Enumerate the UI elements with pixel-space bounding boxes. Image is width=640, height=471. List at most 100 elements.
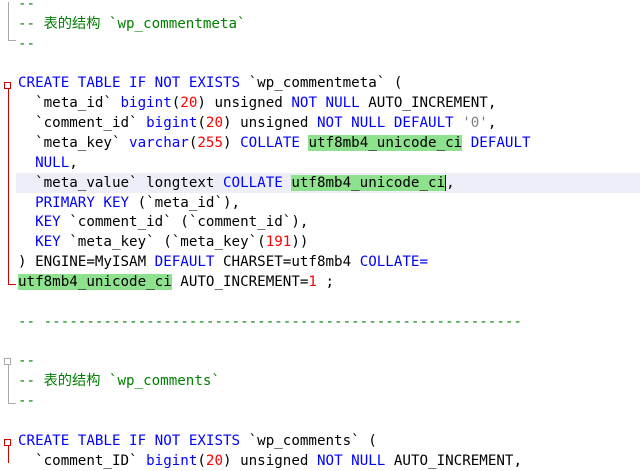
code-token: -- [18, 393, 36, 409]
code-token: `wp_comments` ( [240, 432, 377, 449]
code-token: NOT NULL DEFAULT [316, 115, 454, 132]
code-line[interactable]: -- [18, 391, 35, 411]
code-token: -- [18, 35, 36, 52]
fold-toggle-icon[interactable] [4, 82, 11, 89]
code-token: CHARSET=utf8mb4 [214, 254, 360, 271]
code-token: -- 表的结构 `wp_comments` [18, 373, 220, 390]
code-token: KEY [35, 234, 61, 251]
code-token: varchar [129, 134, 189, 151]
code-line[interactable]: CREATE TABLE IF NOT EXISTS `wp_comments`… [18, 431, 377, 451]
code-line[interactable]: KEY `meta_key` (`meta_key`(191)) [18, 232, 308, 252]
code-line[interactable]: CREATE TABLE IF NOT EXISTS `wp_commentme… [18, 73, 402, 93]
fold-end-marker [8, 403, 16, 404]
code-line[interactable]: `meta_key` varchar(255) COLLATE utf8mb4_… [18, 133, 531, 153]
code-line-current[interactable]: `meta_value` longtext COLLATE utf8mb4_un… [16, 172, 640, 193]
code-token: ) unsigned [197, 95, 292, 112]
code-token: `comment_id` [18, 115, 147, 132]
code-token: ( [197, 115, 206, 132]
code-token: `wp_commentmeta` ( [240, 75, 403, 92]
code-token: 20 [180, 95, 198, 112]
fold-guide [8, 2, 9, 40]
fold-guide [8, 365, 9, 403]
code-token: CREATE TABLE IF NOT EXISTS [18, 75, 241, 92]
code-token: ) unsigned [223, 452, 317, 469]
code-token: `meta_id` [18, 95, 121, 112]
code-token: bigint [146, 115, 198, 132]
code-token: bigint [120, 95, 172, 112]
code-token: '0' [462, 115, 488, 132]
code-token: (`meta_id`), [129, 194, 241, 211]
code-token: `meta_value` longtext [18, 174, 223, 191]
code-line[interactable]: `meta_id` bigint(20) unsigned NOT NULL A… [18, 93, 496, 113]
code-token: ( [197, 452, 206, 469]
code-line[interactable]: -- 表的结构 `wp_comments` [18, 371, 220, 391]
code-token: 20 [205, 115, 224, 132]
code-token: COLLATE [223, 174, 283, 191]
fold-toggle-icon[interactable] [4, 358, 11, 365]
code-token: -- [18, 0, 36, 12]
code-token: ) ENGINE=MyISAM [18, 254, 155, 271]
code-token: 191 [265, 234, 292, 251]
code-token: 20 [205, 452, 224, 469]
code-token: ) unsigned [223, 115, 317, 132]
code-token: CREATE TABLE IF NOT EXISTS [18, 432, 241, 449]
code-token: -- 表的结构 `wp_commentmeta` [18, 15, 246, 32]
code-token: DEFAULT [154, 254, 215, 271]
code-token: NOT NULL [316, 452, 386, 469]
code-line[interactable]: -- -------------------------------------… [18, 312, 522, 332]
code-token: AUTO_INCREMENT= [171, 273, 309, 290]
code-line[interactable]: ) ENGINE=MyISAM DEFAULT CHARSET=utf8mb4 … [18, 252, 428, 272]
code-token: DEFAULT [470, 134, 531, 151]
code-token: `comment_ID` [18, 452, 147, 469]
code-token: -- -------------------------------------… [18, 313, 522, 330]
code-token: AUTO_INCREMENT, [359, 95, 497, 112]
code-token: 1 [308, 273, 317, 290]
fold-toggle-icon[interactable] [4, 439, 11, 446]
code-line[interactable]: NULL, [18, 153, 78, 173]
code-token: utf8mb4_unicode_ci [18, 273, 172, 290]
code-token: , [69, 154, 78, 171]
code-line[interactable]: -- 表的结构 `wp_commentmeta` [18, 14, 246, 34]
code-token: 255 [197, 134, 224, 151]
code-token: `meta_key` (`meta_key`( [60, 234, 266, 251]
code-token: KEY [35, 214, 61, 231]
code-token: = [419, 254, 429, 271]
code-token: utf8mb4_unicode_ci [308, 134, 463, 151]
fold-end-marker [8, 40, 16, 41]
code-line[interactable]: -- [18, 34, 35, 54]
code-token: ( [171, 95, 181, 112]
code-line[interactable]: utf8mb4_unicode_ci AUTO_INCREMENT=1 ; [18, 272, 334, 292]
code-token: ) [223, 134, 241, 151]
code-line[interactable]: -- [18, 0, 35, 14]
code-token: NULL [35, 154, 70, 171]
fold-guide [8, 446, 9, 463]
code-token: `comment_id` (`comment_id`), [60, 214, 309, 231]
code-token: PRIMARY KEY [35, 194, 130, 211]
code-token: -- [18, 353, 36, 370]
code-line[interactable]: -- [18, 351, 35, 371]
code-token: AUTO_INCREMENT, [385, 452, 522, 469]
fold-end-marker [8, 284, 16, 285]
code-token: , [487, 115, 497, 132]
code-token: COLLATE [359, 254, 420, 271]
code-token: ; [316, 273, 335, 290]
code-editor[interactable]: -- -- 表的结构 `wp_commentmeta` -- CREATE TABLE… [0, 0, 640, 469]
code-token: NOT NULL [291, 95, 360, 112]
code-token: COLLATE [240, 134, 300, 151]
code-token: `meta_key` [18, 134, 130, 151]
code-line[interactable]: `comment_ID` bigint(20) unsigned NOT NUL… [18, 451, 522, 471]
code-line[interactable]: PRIMARY KEY (`meta_id`), [18, 193, 240, 213]
code-line[interactable]: `comment_id` bigint(20) unsigned NOT NUL… [18, 113, 496, 133]
code-token: , [446, 174, 455, 191]
code-token: )) [291, 234, 309, 251]
fold-guide [8, 89, 9, 284]
code-line[interactable]: KEY `comment_id` (`comment_id`), [18, 212, 308, 232]
code-token: bigint [146, 452, 198, 469]
code-token: utf8mb4_unicode_ci [291, 174, 447, 191]
